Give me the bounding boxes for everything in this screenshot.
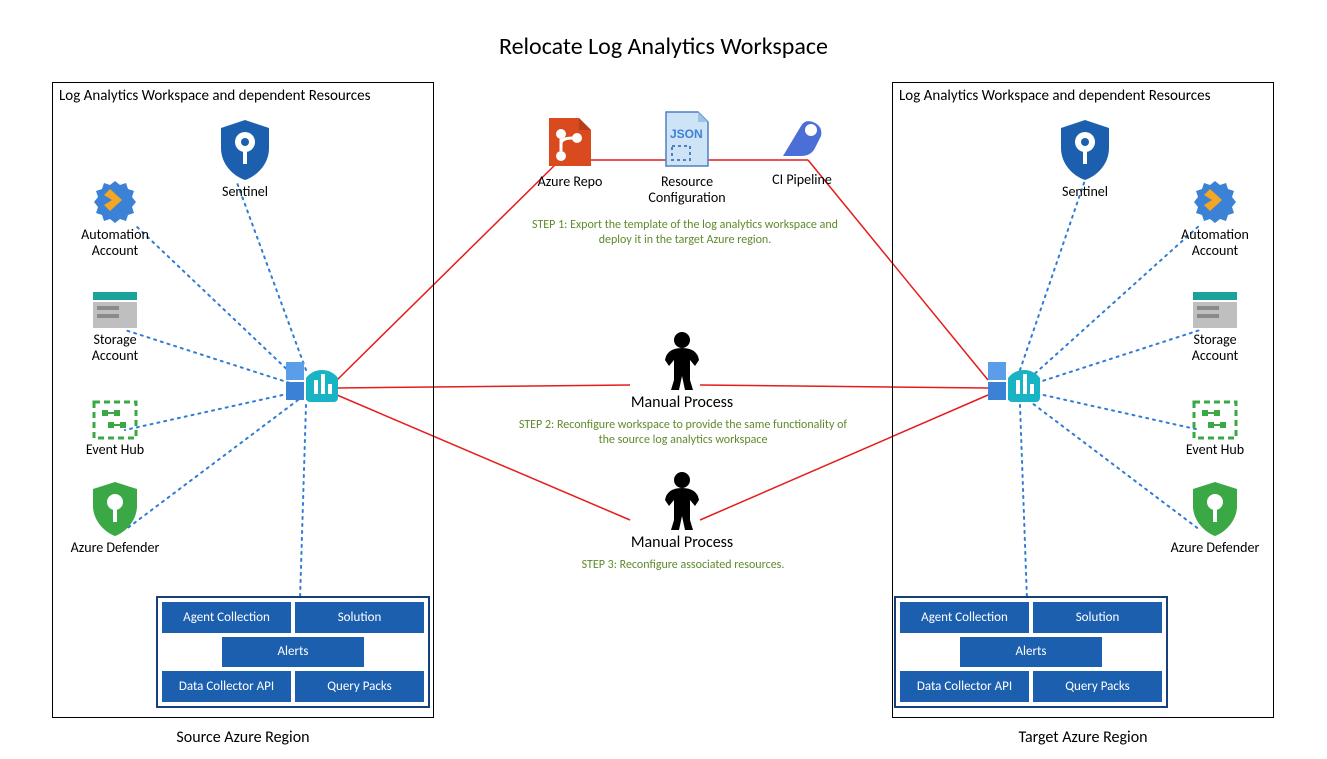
- manual-process-label: Manual Process: [631, 534, 733, 552]
- sentinel-icon: [217, 118, 273, 182]
- json-file-icon: JSON: [660, 108, 714, 172]
- source-log-analytics-hub: [278, 350, 348, 416]
- ci-pipeline: CI Pipeline: [752, 112, 852, 188]
- sentinel-label: Sentinel: [1062, 184, 1108, 200]
- target-region-caption: Target Azure Region: [892, 728, 1274, 747]
- storage-label: Storage Account: [70, 332, 160, 364]
- resource-config: JSON Resource Configuration: [632, 108, 742, 206]
- grid-query: Query Packs: [1033, 671, 1162, 702]
- manual-process-2: Manual Process: [612, 470, 752, 552]
- source-sentinel: Sentinel: [200, 118, 290, 200]
- defender-label: Azure Defender: [1171, 540, 1260, 556]
- sentinel-label: Sentinel: [222, 184, 268, 200]
- manual-process-1: Manual Process: [612, 330, 752, 412]
- resource-config-label: Resource Configuration: [632, 174, 742, 206]
- defender-icon: [1189, 480, 1241, 538]
- target-storage: Storage Account: [1170, 290, 1260, 364]
- target-eventhub: Event Hub: [1170, 400, 1260, 458]
- eventhub-icon: [92, 400, 138, 440]
- repo-icon: [543, 112, 597, 172]
- target-panel-header: Log Analytics Workspace and dependent Re…: [893, 83, 1273, 109]
- automation-label: Automation Account: [65, 227, 165, 259]
- grid-alerts: Alerts: [222, 637, 364, 668]
- target-log-analytics-hub: [980, 350, 1050, 416]
- automation-icon: [1190, 175, 1240, 225]
- target-feature-grid: Agent Collection Solution Alerts Data Co…: [894, 596, 1168, 708]
- defender-icon: [89, 480, 141, 538]
- automation-icon: [90, 175, 140, 225]
- defender-label: Azure Defender: [71, 540, 160, 556]
- source-defender: Azure Defender: [70, 480, 160, 556]
- pipeline-icon: [773, 112, 831, 170]
- grid-query: Query Packs: [295, 671, 424, 702]
- grid-agent: Agent Collection: [900, 602, 1029, 633]
- source-eventhub: Event Hub: [70, 400, 160, 458]
- manual-process-label: Manual Process: [631, 394, 733, 412]
- source-automation: Automation Account: [65, 175, 165, 259]
- grid-alerts: Alerts: [960, 637, 1102, 668]
- svg-text:JSON: JSON: [670, 127, 703, 141]
- grid-solution: Solution: [295, 602, 424, 633]
- sentinel-icon: [1057, 118, 1113, 182]
- grid-agent: Agent Collection: [162, 602, 291, 633]
- azure-repo: Azure Repo: [520, 112, 620, 190]
- step3-text: STEP 3: Reconfigure associated resources…: [518, 558, 848, 573]
- eventhub-icon: [1192, 400, 1238, 440]
- diagram-canvas: Relocate Log Analytics Workspace: [0, 0, 1327, 759]
- step2-text: STEP 2: Reconfigure workspace to provide…: [518, 418, 848, 448]
- eventhub-label: Event Hub: [1186, 442, 1244, 458]
- grid-collector: Data Collector API: [162, 671, 291, 702]
- target-sentinel: Sentinel: [1040, 118, 1130, 200]
- log-analytics-icon: [982, 350, 1048, 416]
- target-defender: Azure Defender: [1170, 480, 1260, 556]
- pipeline-label: CI Pipeline: [772, 172, 832, 188]
- source-region-caption: Source Azure Region: [52, 728, 434, 747]
- grid-solution: Solution: [1033, 602, 1162, 633]
- step1-text: STEP 1: Export the template of the log a…: [520, 218, 850, 248]
- log-analytics-icon: [280, 350, 346, 416]
- source-panel-header: Log Analytics Workspace and dependent Re…: [53, 83, 433, 109]
- repo-label: Azure Repo: [538, 174, 603, 190]
- storage-label: Storage Account: [1170, 332, 1260, 364]
- storage-icon: [91, 290, 139, 330]
- automation-label: Automation Account: [1165, 227, 1265, 259]
- person-icon: [657, 470, 707, 532]
- storage-icon: [1191, 290, 1239, 330]
- grid-collector: Data Collector API: [900, 671, 1029, 702]
- source-feature-grid: Agent Collection Solution Alerts Data Co…: [156, 596, 430, 708]
- target-automation: Automation Account: [1165, 175, 1265, 259]
- person-icon: [657, 330, 707, 392]
- source-storage: Storage Account: [70, 290, 160, 364]
- eventhub-label: Event Hub: [86, 442, 144, 458]
